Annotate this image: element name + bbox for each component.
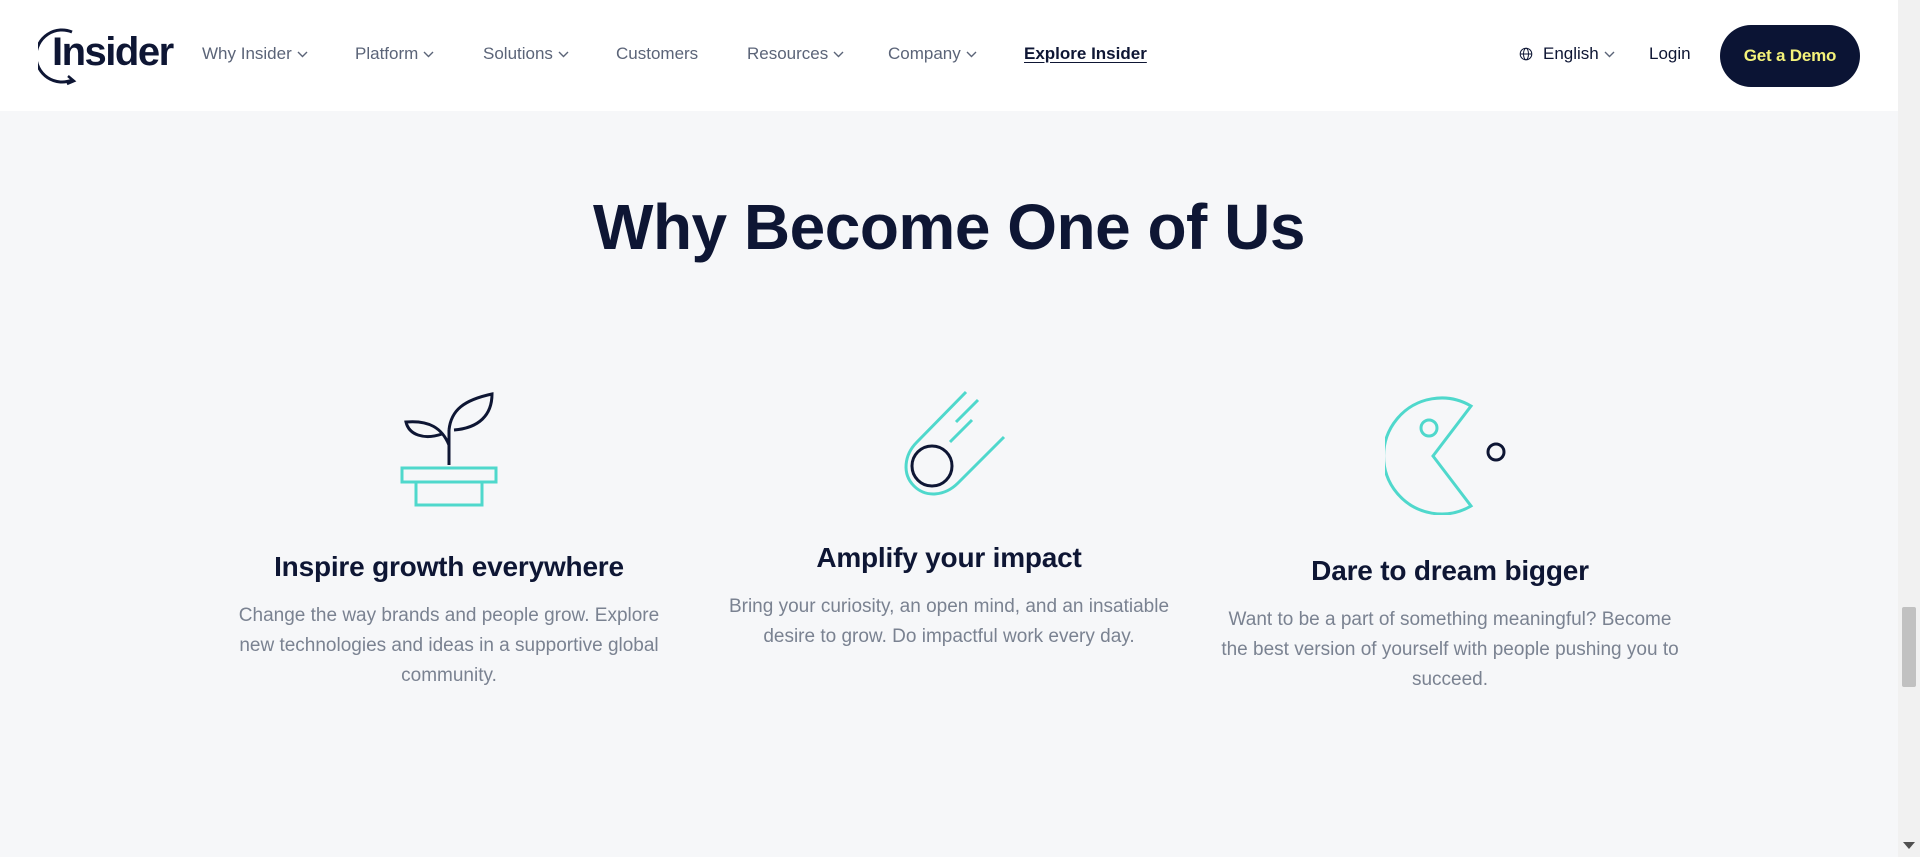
comet-icon — [904, 390, 1006, 496]
nav-customers[interactable]: Customers — [616, 44, 698, 64]
chevron-down-icon — [423, 51, 434, 57]
globe-icon — [1519, 47, 1533, 61]
value-card-impact: Amplify your impact Bring your curiosity… — [719, 390, 1179, 652]
nav-label: Explore Insider — [1024, 44, 1147, 63]
nav-platform[interactable]: Platform — [355, 44, 434, 64]
nav-explore-insider[interactable]: Explore Insider — [1024, 44, 1147, 64]
page-scrollbar[interactable] — [1898, 0, 1920, 857]
card-title: Dare to dream bigger — [1311, 555, 1589, 586]
card-text: Want to be a part of something meaningfu… — [1221, 609, 1679, 690]
chevron-down-icon — [297, 51, 308, 57]
nav-label: Resources — [747, 44, 829, 63]
logo-wordmark: Insider — [52, 30, 174, 74]
pacman-icon — [1385, 396, 1506, 515]
value-card-growth: Inspire growth everywhere Change the way… — [219, 390, 679, 691]
nav-label: Platform — [355, 44, 419, 63]
section-title: Why Become One of Us — [593, 191, 1305, 263]
card-title: Inspire growth everywhere — [274, 551, 624, 582]
chevron-down-icon — [558, 51, 569, 57]
site-header: Insider Why Insider Platform Solutions C… — [0, 0, 1898, 111]
nav-label: Customers — [616, 44, 699, 63]
card-text: Bring your curiosity, an open mind, and … — [728, 596, 1170, 647]
plant-pot-icon — [400, 392, 498, 507]
nav-label: Why Insider — [202, 44, 292, 63]
nav-solutions[interactable]: Solutions — [483, 44, 569, 64]
chevron-down-icon — [1604, 51, 1615, 57]
chevron-down-icon — [833, 51, 844, 57]
chevron-down-icon — [966, 51, 977, 57]
card-text: Change the way brands and people grow. E… — [238, 605, 660, 686]
language-selector[interactable]: English — [1519, 44, 1615, 64]
insider-logo[interactable]: Insider — [38, 24, 174, 86]
card-title: Amplify your impact — [816, 542, 1082, 573]
nav-label: Solutions — [483, 44, 553, 63]
get-a-demo-button[interactable]: Get a Demo — [1720, 25, 1860, 87]
nav-company[interactable]: Company — [888, 44, 977, 64]
nav-resources[interactable]: Resources — [747, 44, 844, 64]
nav-why-insider[interactable]: Why Insider — [202, 44, 308, 64]
scrollbar-thumb[interactable] — [1902, 607, 1916, 687]
language-label: English — [1543, 44, 1599, 63]
login-link[interactable]: Login — [1649, 44, 1691, 64]
scroll-down-arrow-icon[interactable] — [1903, 842, 1915, 849]
nav-label: Company — [888, 44, 961, 63]
value-card-dream: Dare to dream bigger Want to be a part o… — [1220, 390, 1680, 695]
